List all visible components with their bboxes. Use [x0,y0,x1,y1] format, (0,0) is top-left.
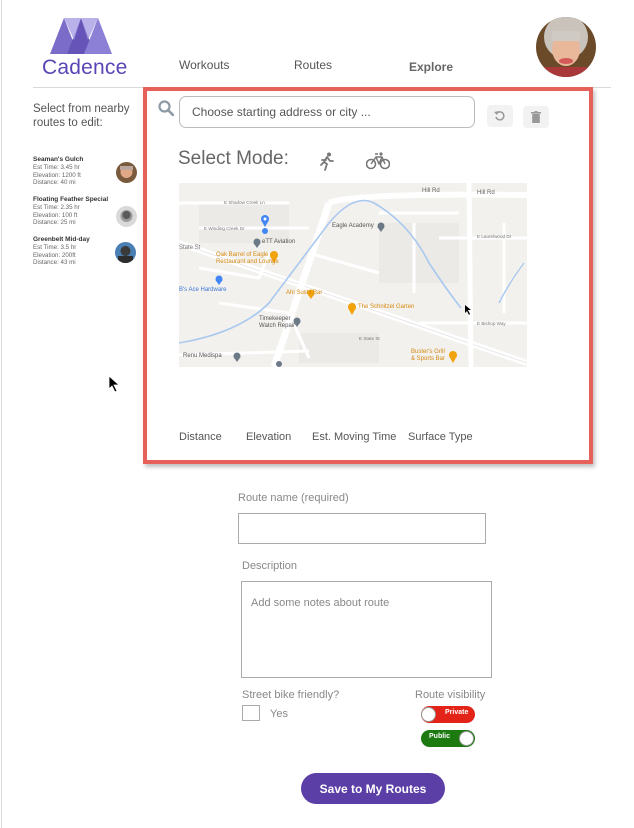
map-label-place: Timekeeper Watch Repair [259,316,296,329]
search-icon[interactable] [158,100,174,116]
toggle-knob [459,731,474,746]
map-label-street: E Bishop Way [477,321,506,326]
stat-distance: Distance [179,431,222,443]
nav-routes[interactable]: Routes [294,58,332,72]
map-roads [179,183,527,367]
description-placeholder: Add some notes about route [251,597,390,609]
save-button-label: Save to My Routes [319,781,427,796]
map-label-school: Eagle Academy [332,223,374,229]
public-toggle-label: Public [429,733,451,740]
map-label-street: State St [179,245,201,251]
bike-friendly-yes-label: Yes [270,708,288,720]
start-address-input[interactable]: Choose starting address or city ... [179,96,475,128]
map-label-restaurant: The Schnitzel Garten [358,304,415,310]
map-label-hill-rd: Hill Rd [422,188,440,194]
logo-mark-icon [50,18,112,54]
page-border [1,0,2,828]
description-textarea[interactable] [241,581,492,678]
stat-moving-time: Est. Moving Time [312,431,397,443]
bike-friendly-checkbox[interactable] [242,705,260,721]
undo-icon [494,111,505,121]
map-label-street: E Shadow Creek Ln [224,200,265,205]
route-name: Floating Feather Special [33,196,109,203]
route-editor-page: Cadence Workouts Routes Explore Select f… [0,0,634,828]
cadence-logo[interactable]: Cadence [40,14,130,80]
map-label-hill-rd: Hill Rd [477,190,495,196]
delete-button[interactable] [523,106,549,128]
sidebar-title: Select from nearby routes to edit: [33,103,130,129]
map-label-place: eTT Aviation [262,239,296,245]
toggle-knob [421,707,436,722]
private-toggle-label: Private [445,709,469,716]
route-author-avatar [115,242,136,263]
nav-explore[interactable]: Explore [409,60,453,74]
logo-wordmark: Cadence [42,56,128,79]
map-label-restaurant: Buster's Grill & Sports Bar [411,349,446,362]
map-label-street: E Laurelwood Dr [477,234,512,239]
trash-icon [531,111,541,123]
visibility-label: Route visibility [415,689,486,701]
select-mode-label: Select Mode: [178,148,289,169]
route-author-avatar [116,206,137,227]
map-label-store: B's Ace Hardware [179,287,227,293]
description-label: Description [242,560,298,572]
map-label-restaurant: Oak Barrel of Eagle Restaurant and Loung… [216,252,279,265]
route-map[interactable]: Hill Rd Hill Rd E Shadow Creek Ln E Wind… [179,183,527,367]
map-label-street: E State St [359,336,380,341]
map-label-street: E Winding Creek Dr [204,226,245,231]
user-avatar[interactable] [536,17,596,77]
running-icon[interactable] [318,152,336,172]
bike-friendly-label: Street bike friendly? [242,689,340,701]
save-to-my-routes-button[interactable]: Save to My Routes [301,773,445,804]
public-toggle[interactable]: Public [421,730,475,747]
stat-elevation: Elevation [246,431,292,443]
start-address-placeholder: Choose starting address or city ... [192,105,371,119]
stat-surface-type: Surface Type [408,431,473,443]
route-name-input[interactable] [238,513,486,544]
mouse-cursor-icon [109,376,121,392]
map-label-restaurant: Ahi Sushi Bar [286,290,323,296]
private-toggle[interactable]: Private [421,706,475,723]
bicycle-icon[interactable] [366,152,390,170]
route-author-avatar [116,162,137,183]
map-label-place: Renu Medispa [183,353,222,359]
route-name-label: Route name (required) [238,492,349,504]
undo-button[interactable] [487,105,513,127]
nav-workouts[interactable]: Workouts [179,58,229,72]
